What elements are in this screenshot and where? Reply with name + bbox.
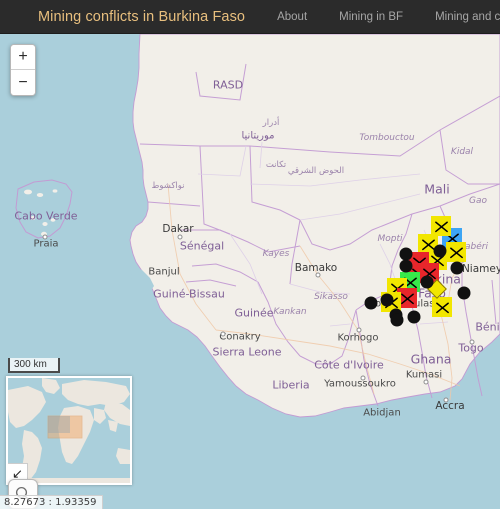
leaflet-map[interactable]: RASD موريتانيا أدرار نواكشوط تكانت الحوض الشر… — [0, 34, 500, 509]
mining-marker-4[interactable] — [446, 242, 466, 262]
conflict-marker-11[interactable] — [399, 259, 413, 273]
conflict-marker-7[interactable] — [364, 296, 378, 310]
conflict-marker-6[interactable] — [380, 293, 394, 307]
conflict-marker-2[interactable] — [450, 261, 464, 275]
pickaxe-icon — [400, 293, 414, 304]
app-title[interactable]: Mining conflicts in Burkina Faso — [38, 9, 245, 25]
conflict-marker-10[interactable] — [390, 313, 404, 327]
scale-bar: 300 km — [8, 358, 60, 373]
nav-link-about[interactable]: About — [277, 11, 307, 23]
zoom-out-button[interactable]: − — [11, 70, 35, 95]
mining-marker-13[interactable] — [432, 297, 452, 317]
nav-link-mining-and-conflicts[interactable]: Mining and conflicts — [435, 11, 500, 23]
minimap[interactable]: ↙ — [6, 376, 132, 485]
conflict-marker-1[interactable] — [433, 244, 447, 258]
pickaxe-icon — [435, 302, 449, 313]
pickaxe-icon — [434, 221, 448, 232]
pickaxe-icon — [449, 247, 463, 258]
conflict-marker-8[interactable] — [407, 310, 421, 324]
conflict-marker-5[interactable] — [457, 286, 471, 300]
coordinate-readout: 8.27673 : 1.93359 — [0, 495, 104, 509]
zoom-control: + − — [10, 44, 36, 96]
map-application: Mining conflicts in Burkina Faso About M… — [0, 0, 500, 509]
conflict-marker-4[interactable] — [420, 275, 434, 289]
nav-link-mining-in-bf[interactable]: Mining in BF — [339, 11, 403, 23]
top-navigation-bar: Mining conflicts in Burkina Faso About M… — [0, 0, 500, 34]
mining-marker-3[interactable] — [431, 216, 451, 236]
zoom-in-button[interactable]: + — [11, 45, 35, 70]
